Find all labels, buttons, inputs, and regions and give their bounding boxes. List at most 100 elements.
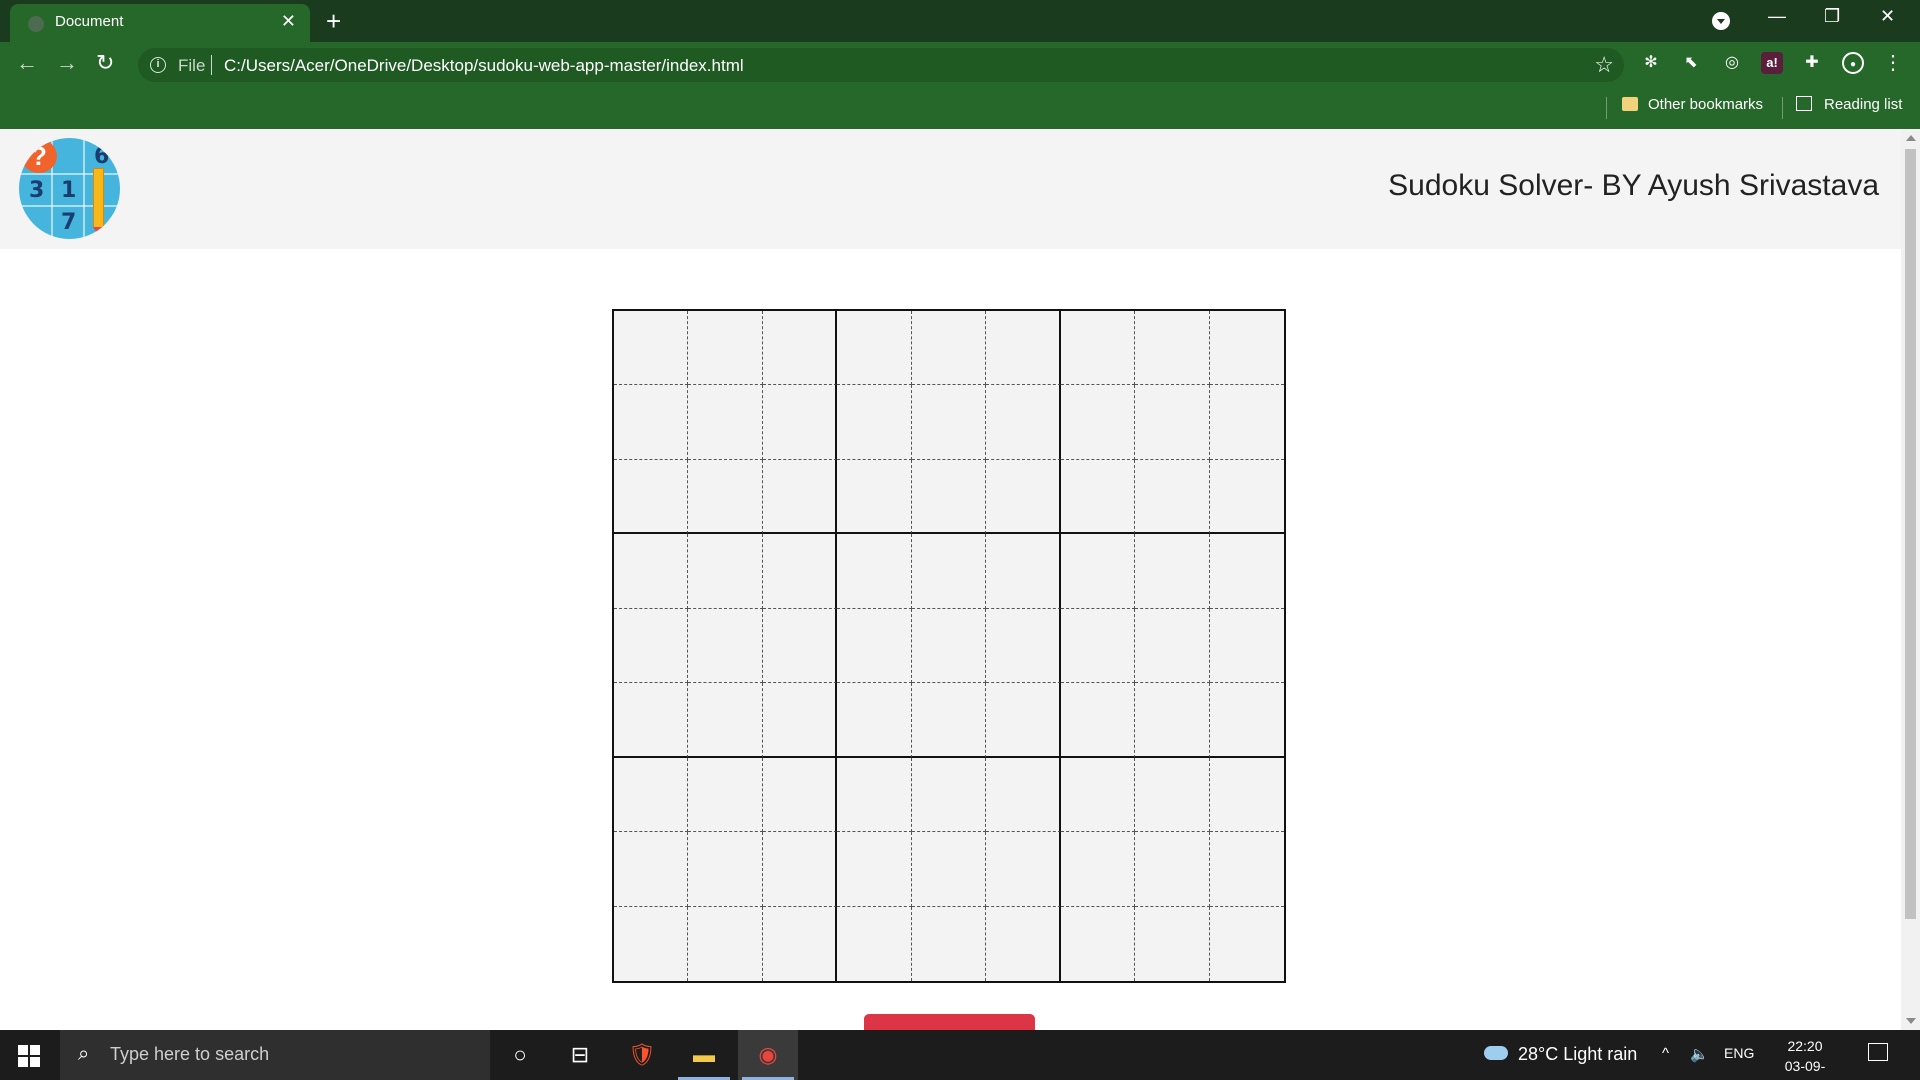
sudoku-cell[interactable]	[1135, 608, 1210, 684]
sudoku-cell[interactable]	[837, 534, 912, 609]
scroll-up-arrow-icon[interactable]	[1906, 135, 1916, 141]
sudoku-cell[interactable]	[1209, 385, 1284, 460]
settings-gear-icon[interactable]: ✻	[1640, 52, 1662, 74]
sudoku-cell[interactable]	[911, 757, 987, 833]
restore-window-button[interactable]: ❐	[1824, 6, 1840, 27]
sudoku-cell[interactable]	[762, 385, 838, 460]
more-menu-icon[interactable]: ⋮	[1882, 52, 1904, 74]
sudoku-cell[interactable]	[837, 906, 912, 981]
scroll-down-arrow-icon[interactable]	[1906, 1018, 1916, 1024]
sudoku-cell[interactable]	[911, 534, 987, 609]
sudoku-cell[interactable]	[614, 385, 689, 460]
sudoku-cell[interactable]	[837, 385, 912, 460]
brave-browser-icon[interactable]: 🛡	[612, 1030, 672, 1080]
sudoku-cell[interactable]	[614, 311, 689, 386]
sudoku-cell[interactable]	[1060, 608, 1136, 684]
sudoku-cell[interactable]	[1135, 459, 1210, 535]
extension-badge-icon[interactable]: ◎	[1721, 52, 1743, 74]
sudoku-cell[interactable]	[1209, 534, 1284, 609]
browser-tab-document[interactable]: Document ✕	[10, 4, 310, 42]
sudoku-cell[interactable]	[1209, 311, 1284, 386]
sudoku-cell[interactable]	[688, 385, 763, 460]
sudoku-cell[interactable]	[986, 683, 1061, 758]
sudoku-cell[interactable]	[688, 757, 763, 833]
notifications-icon[interactable]	[1868, 1043, 1888, 1061]
sudoku-cell[interactable]	[1060, 459, 1136, 535]
tray-chevron-icon[interactable]: ^	[1662, 1045, 1669, 1062]
new-tab-button[interactable]: +	[326, 6, 341, 37]
windows-start-icon[interactable]	[18, 1045, 40, 1067]
sudoku-cell[interactable]	[1209, 459, 1284, 535]
address-bar[interactable]: i File C:/Users/Acer/OneDrive/Desktop/su…	[138, 48, 1624, 82]
volume-icon[interactable]: 🔈	[1690, 1045, 1709, 1063]
other-bookmarks-button[interactable]: Other bookmarks	[1622, 96, 1763, 113]
sudoku-cell[interactable]	[1135, 534, 1210, 609]
cortana-circle-icon[interactable]: ○	[490, 1030, 550, 1080]
minimize-window-button[interactable]: —	[1768, 6, 1786, 27]
sudoku-cell[interactable]	[837, 683, 912, 758]
sudoku-cell[interactable]	[688, 906, 763, 981]
sudoku-cell[interactable]	[1060, 906, 1136, 981]
sudoku-cell[interactable]	[1135, 757, 1210, 833]
language-indicator[interactable]: ENG	[1724, 1045, 1754, 1061]
sudoku-cell[interactable]	[911, 608, 987, 684]
sudoku-cell[interactable]	[1060, 683, 1136, 758]
ai-extension-icon[interactable]: a!	[1761, 52, 1783, 74]
sudoku-cell[interactable]	[614, 683, 689, 758]
sudoku-cell[interactable]	[911, 459, 987, 535]
sudoku-cell[interactable]	[1060, 311, 1136, 386]
sudoku-cell[interactable]	[911, 311, 987, 386]
bookmark-star-icon[interactable]: ☆	[1594, 52, 1614, 78]
sudoku-cell[interactable]	[762, 608, 838, 684]
sudoku-cell[interactable]	[1060, 757, 1136, 833]
taskbar-search-box[interactable]: ⌕ Type here to search	[60, 1030, 490, 1080]
sudoku-cell[interactable]	[1209, 608, 1284, 684]
sudoku-cell[interactable]	[688, 534, 763, 609]
reading-list-button[interactable]: Reading list	[1796, 96, 1902, 113]
sudoku-cell[interactable]	[986, 311, 1061, 386]
mouse-pointer-icon[interactable]: ⬉	[1680, 52, 1702, 74]
sudoku-cell[interactable]	[1135, 311, 1210, 386]
page-scrollbar[interactable]	[1901, 129, 1920, 1030]
sudoku-cell[interactable]	[614, 608, 689, 684]
sudoku-cell[interactable]	[1060, 385, 1136, 460]
sudoku-cell[interactable]	[688, 311, 763, 386]
sudoku-cell[interactable]	[1209, 906, 1284, 981]
site-info-icon[interactable]: i	[150, 57, 166, 73]
sudoku-cell[interactable]	[986, 459, 1061, 535]
solve-button[interactable]	[864, 1014, 1035, 1030]
sudoku-cell[interactable]	[911, 906, 987, 981]
sudoku-cell[interactable]	[986, 385, 1061, 460]
tab-search-icon[interactable]	[1712, 12, 1730, 30]
sudoku-cell[interactable]	[1135, 683, 1210, 758]
sudoku-cell[interactable]	[837, 757, 912, 833]
sudoku-cell[interactable]	[688, 459, 763, 535]
sudoku-cell[interactable]	[837, 832, 912, 907]
taskbar-clock[interactable]: 22:20 03-09-2021	[1770, 1036, 1840, 1080]
sudoku-cell[interactable]	[762, 459, 838, 535]
sudoku-cell[interactable]	[762, 311, 838, 386]
sudoku-cell[interactable]	[614, 534, 689, 609]
back-button[interactable]: ←	[16, 50, 38, 76]
sudoku-cell[interactable]	[762, 757, 838, 833]
sudoku-cell[interactable]	[837, 459, 912, 535]
sudoku-cell[interactable]	[762, 534, 838, 609]
sudoku-cell[interactable]	[986, 608, 1061, 684]
sudoku-cell[interactable]	[614, 757, 689, 833]
sudoku-cell[interactable]	[837, 311, 912, 386]
sudoku-cell[interactable]	[837, 608, 912, 684]
sudoku-cell[interactable]	[688, 683, 763, 758]
sudoku-cell[interactable]	[1060, 832, 1136, 907]
sudoku-cell[interactable]	[986, 757, 1061, 833]
sudoku-cell[interactable]	[1209, 757, 1284, 833]
sudoku-cell[interactable]	[614, 832, 689, 907]
sudoku-cell[interactable]	[911, 832, 987, 907]
chrome-icon[interactable]: ◉	[738, 1030, 798, 1080]
weather-widget[interactable]: 28°C Light rain	[1484, 1044, 1637, 1065]
sudoku-cell[interactable]	[762, 832, 838, 907]
sudoku-cell[interactable]	[762, 683, 838, 758]
sudoku-cell[interactable]	[1209, 832, 1284, 907]
sudoku-cell[interactable]	[1060, 534, 1136, 609]
sudoku-cell[interactable]	[688, 832, 763, 907]
sudoku-cell[interactable]	[1135, 906, 1210, 981]
